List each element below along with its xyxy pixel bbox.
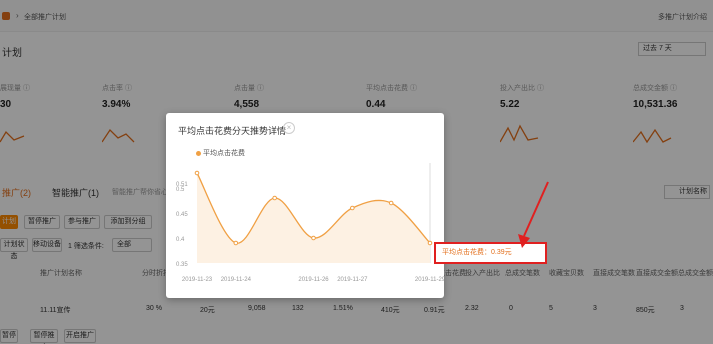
x-tick-label: 2019-11-24 <box>221 277 252 283</box>
annotation-arrow-icon <box>518 181 549 248</box>
modal-title: 平均点击花费分天推势详情 <box>178 126 287 136</box>
line-chart: 0.510.50.450.40.352019-11-23 2019-11-24 20… <box>176 163 444 283</box>
data-point[interactable] <box>311 235 316 241</box>
data-point[interactable] <box>427 240 433 246</box>
y-tick-label: 0.4 <box>176 237 185 243</box>
x-tick-label: 2019-11-27 <box>337 277 368 283</box>
y-tick-label: 0.45 <box>176 212 188 218</box>
data-point[interactable] <box>272 195 277 201</box>
trend-modal: 平均点击花费分天推势详情 平均点击花费 0.51 0.5 0.45 0.4 0.35 20… <box>166 113 444 298</box>
x-tick-label: 2019-11-29 <box>415 277 444 283</box>
series-area <box>197 173 430 263</box>
y-tick-label: 0.35 <box>176 262 188 268</box>
legend-label: 平均点击花费 <box>203 150 245 157</box>
data-point[interactable] <box>350 205 355 211</box>
data-point[interactable] <box>388 200 394 206</box>
x-tick-label: 2019-11-26 <box>298 277 329 283</box>
data-point[interactable] <box>194 170 200 176</box>
chart-legend: 平均点击花费 <box>196 148 245 158</box>
close-icon[interactable]: × <box>283 122 295 134</box>
data-point[interactable] <box>233 240 239 246</box>
y-tick-label: 0.5 <box>176 187 185 193</box>
x-tick-label: 2019-11-23 <box>182 277 213 283</box>
legend-dot-icon <box>196 150 201 156</box>
